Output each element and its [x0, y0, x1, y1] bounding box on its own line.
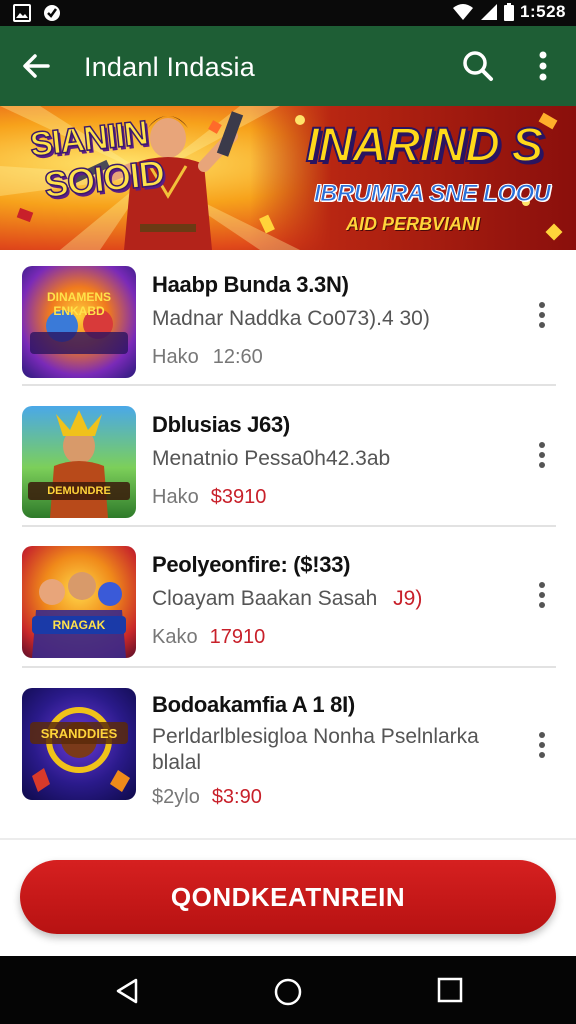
item-subtitle-accent: J9): [393, 587, 423, 610]
thumbnail-caption: RNAGAK: [52, 618, 106, 632]
item-subtitle: Madnar Naddka Co073).4 30): [152, 307, 430, 330]
item-price: $3910: [210, 486, 267, 508]
item-overflow-icon[interactable]: [534, 300, 550, 330]
item-meta: Hako 12:60: [152, 346, 263, 369]
overflow-menu-icon[interactable]: [526, 46, 560, 86]
banner-tagline: AID PERBVIANI: [346, 214, 481, 234]
item-subtitle: Cloayam Baakan Sasah J9): [152, 586, 512, 612]
banner-title: INARIND S: [305, 118, 544, 173]
primary-action-button[interactable]: QONDKEATNREIN: [20, 860, 556, 934]
signal-icon: [481, 4, 498, 20]
back-nav-icon[interactable]: [112, 976, 142, 1006]
item-title: Dblusias J63): [152, 412, 290, 437]
thumbnail-caption: SRANDDIES: [40, 726, 118, 741]
app-bar: Indanl Indasia: [0, 26, 576, 106]
system-nav-bar: [0, 956, 576, 1024]
item-meta: Kako 17910: [152, 626, 265, 649]
thumbnail-art: [32, 572, 126, 658]
item-price: 12:60: [212, 346, 263, 368]
item-overflow-icon[interactable]: [534, 440, 550, 470]
item-meta: Hako $3910: [152, 486, 266, 509]
list-item[interactable]: DINAMENS ENKABD Haabp Bunda 3.3N) Madnar…: [0, 250, 576, 390]
divider: [22, 525, 556, 527]
back-arrow-icon[interactable]: [16, 46, 56, 86]
game-thumbnail: RNAGAK: [22, 546, 136, 658]
status-bar: 1:528: [0, 0, 576, 26]
item-subtitle-text: Cloayam Baakan Sasah: [152, 587, 378, 610]
item-price: $3:90: [211, 786, 262, 808]
thumbnail-art: [28, 410, 130, 518]
game-thumbnail: SRANDDIES: [22, 688, 136, 800]
battery-icon: [504, 3, 515, 21]
thumbnail-caption: DINAMENS ENKABD: [46, 290, 111, 318]
divider: [22, 384, 556, 386]
item-meta: $2ylo $3:90: [152, 786, 262, 809]
gallery-notification-icon: [13, 4, 31, 22]
list-item[interactable]: SRANDDIES Bodoakamfia A 1 8I) Perldarlbl…: [0, 670, 576, 830]
item-meta-label: $2ylo: [152, 786, 200, 808]
list-item[interactable]: DEMUNDRE Dblusias J63) Menatnio Pessa0h4…: [0, 390, 576, 530]
thumbnail-art: [30, 707, 130, 792]
game-thumbnail: DINAMENS ENKABD: [22, 266, 136, 378]
item-price: 17910: [209, 626, 266, 648]
home-nav-icon[interactable]: [272, 976, 304, 1008]
search-icon[interactable]: [458, 46, 498, 86]
banner-subtitle: IBRUMRA SNE LOOU: [313, 180, 551, 208]
clock: 1:528: [520, 2, 566, 21]
item-meta-label: Hako: [152, 486, 199, 508]
thumbnail-caption: DEMUNDRE: [47, 485, 111, 497]
item-title: Bodoakamfia A 1 8I): [152, 692, 355, 717]
item-title: Peolyeonfire: ($!33): [152, 552, 351, 577]
divider: [22, 666, 556, 668]
item-overflow-icon[interactable]: [534, 580, 550, 610]
cta-container: QONDKEATNREIN: [0, 838, 576, 956]
item-title: Haabp Bunda 3.3N): [152, 272, 349, 297]
page-title: Indanl Indasia: [84, 52, 255, 82]
item-meta-label: Hako: [152, 346, 199, 368]
thumbnail-art: [30, 309, 128, 354]
item-subtitle: Menatnio Pessa0h42.3ab: [152, 447, 391, 470]
game-thumbnail: DEMUNDRE: [22, 406, 136, 518]
item-meta-label: Kako: [152, 626, 198, 648]
app-notification-icon: [44, 5, 60, 21]
recents-nav-icon[interactable]: [436, 976, 464, 1004]
wifi-icon: [453, 4, 474, 20]
list-item[interactable]: RNAGAK Peolyeonfire: ($!33) Cloayam Baak…: [0, 530, 576, 670]
item-subtitle: Perldarlblesigloa Nonha Pselnlarka blala…: [152, 725, 479, 774]
item-overflow-icon[interactable]: [534, 730, 550, 760]
